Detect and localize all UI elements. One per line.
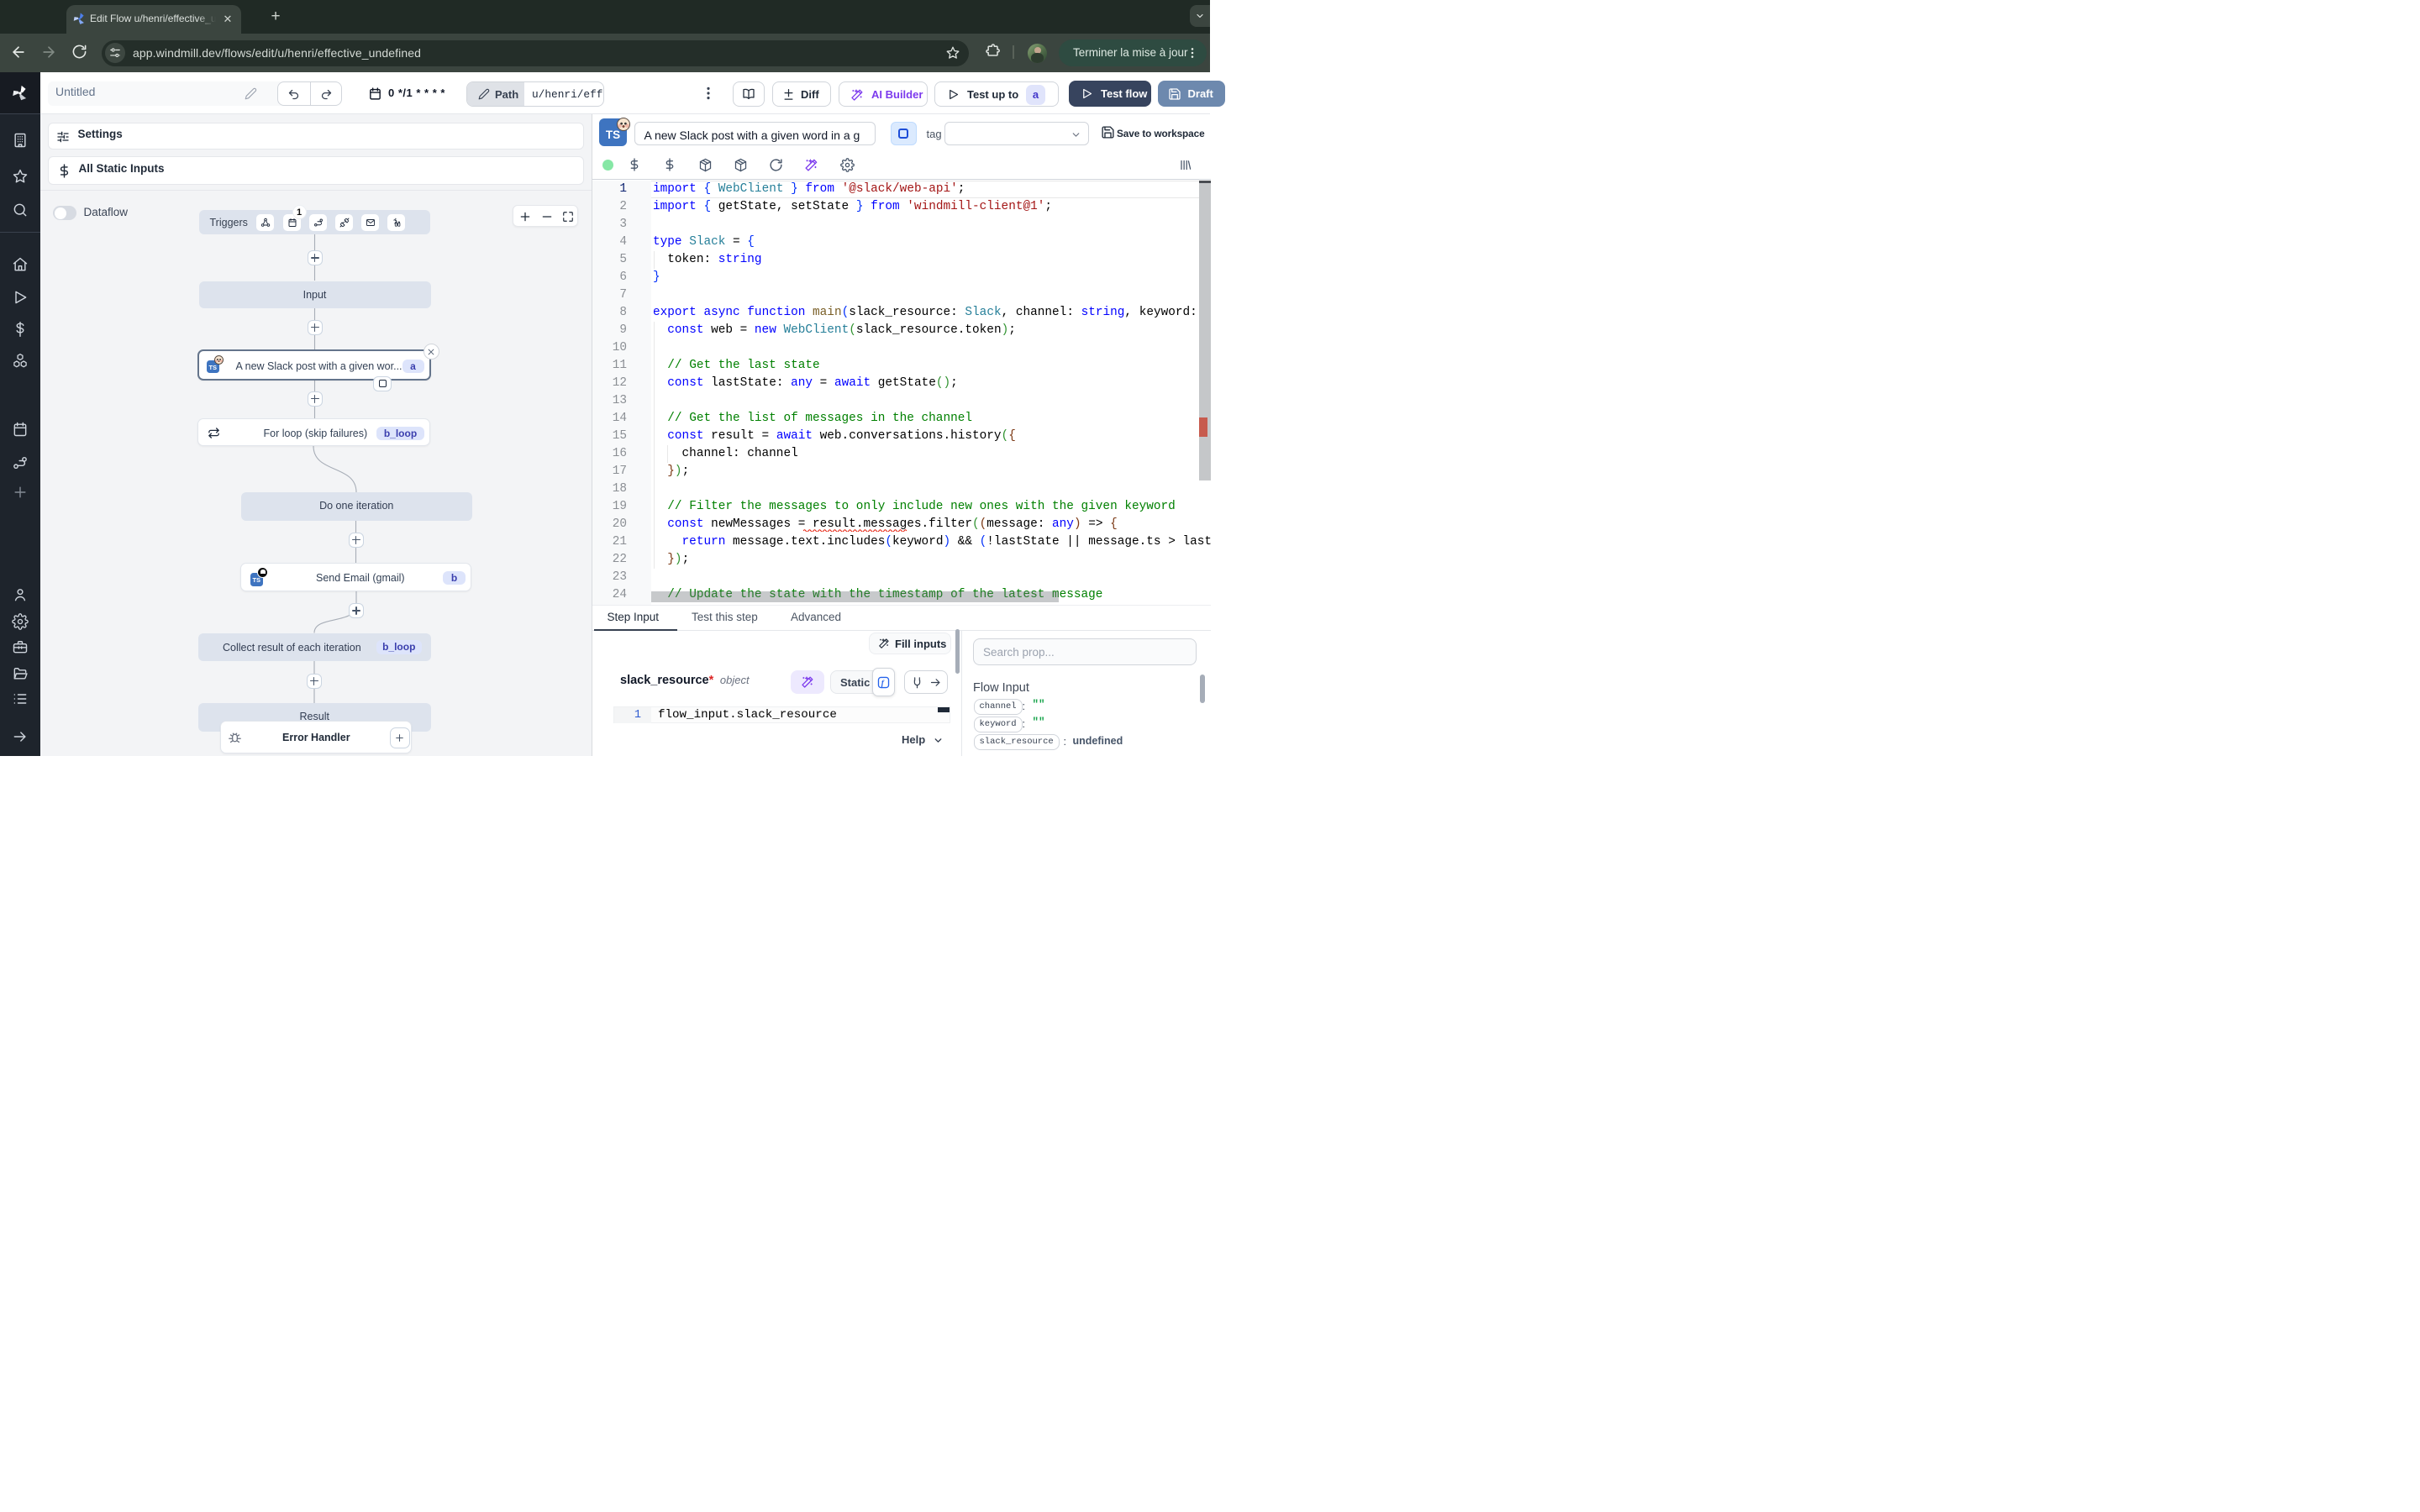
svg-text:f: f: [881, 678, 885, 686]
